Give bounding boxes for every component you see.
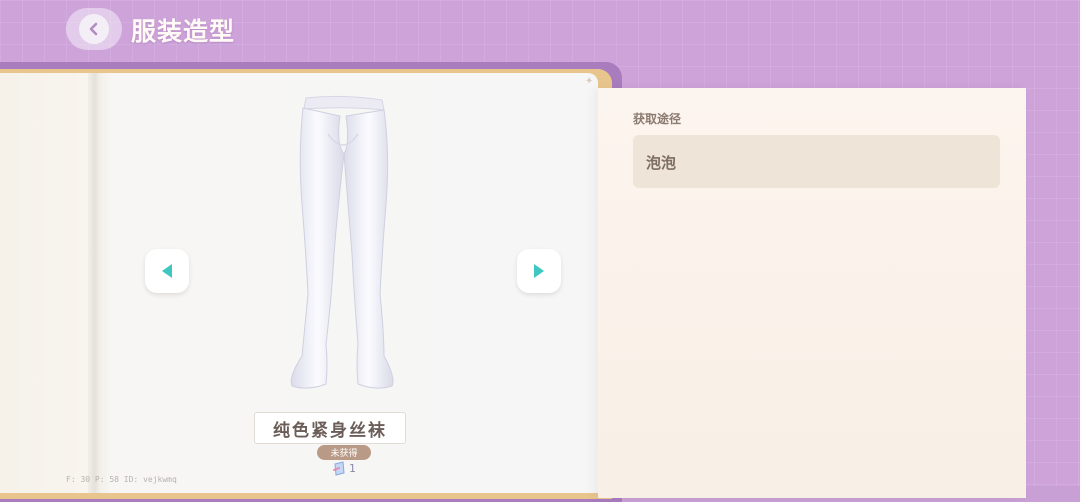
back-button-inner	[79, 14, 109, 44]
status-badge: 未获得	[317, 445, 371, 460]
next-item-button[interactable]	[517, 249, 561, 293]
garment-preview	[290, 95, 394, 389]
item-name: 纯色紧身丝袜	[254, 412, 406, 444]
triangle-right-icon	[534, 264, 544, 278]
chevron-left-icon	[89, 22, 98, 36]
spine-shadow	[88, 73, 100, 493]
debug-info: F: 30 P: 58 ID: vejkwmq	[66, 475, 177, 484]
acquisition-box[interactable]	[633, 135, 1000, 188]
previous-item-button[interactable]	[145, 249, 189, 293]
page-corner-icon: ✦	[585, 76, 594, 87]
item-token-icon	[333, 461, 345, 476]
triangle-left-icon	[162, 264, 172, 278]
acquisition-label: 获取途径	[633, 112, 682, 126]
back-button[interactable]	[66, 8, 122, 50]
item-count: 1	[349, 462, 356, 475]
page-title: 服装造型	[131, 17, 236, 46]
acquisition-value: 泡泡	[646, 154, 677, 172]
